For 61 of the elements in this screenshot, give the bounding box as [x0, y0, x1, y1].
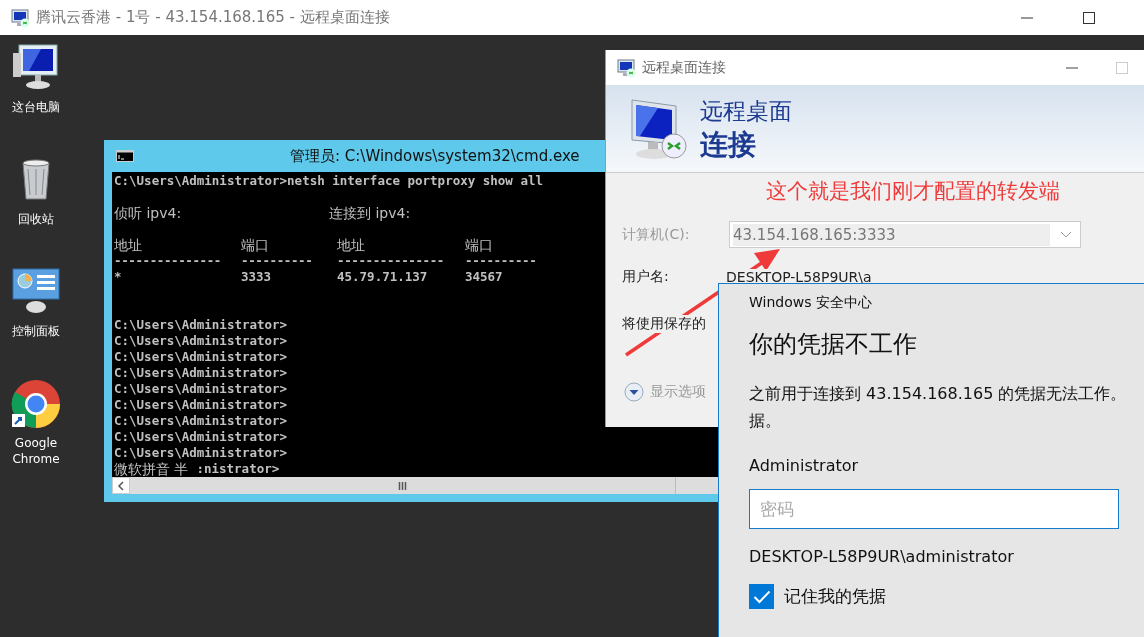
password-field[interactable]: 密码: [749, 489, 1119, 529]
chevron-left-icon: [117, 480, 125, 491]
console-text: 地址: [337, 237, 366, 253]
console-line: C:\Users\Administrator>: [114, 381, 288, 397]
maximize-icon[interactable]: [1082, 10, 1096, 25]
banner-title: 连接: [700, 126, 757, 163]
console-text: 端口: [465, 237, 494, 253]
console-line: C:\Users\Administrator>: [114, 429, 288, 445]
chevron-down-icon: [1060, 230, 1072, 239]
console-line: C:\Users\Administrator>: [114, 365, 288, 381]
window-title: 远程桌面连接: [642, 58, 726, 77]
console-text: 地址: [114, 237, 143, 253]
field-label: 计算机(C):: [622, 225, 691, 244]
desktop-icon-label[interactable]: Google Chrome: [6, 435, 66, 467]
banner-title: 远程桌面: [700, 96, 792, 126]
console-text: 3333: [241, 269, 273, 285]
desktop-icon-label[interactable]: 这台电脑: [6, 99, 66, 115]
console-line: C:\Users\Administrator>: [114, 317, 288, 333]
remote-desktop-icon: [10, 7, 30, 28]
dialog-header: Windows 安全中心: [749, 294, 873, 312]
checkbox-label: 记住我的凭据: [784, 585, 886, 608]
console-line: C:\Users\Administrator>: [114, 413, 288, 429]
console-text: 侦听 ipv4:: [114, 205, 183, 221]
checkmark-icon: [752, 589, 771, 604]
console-text: ----------: [465, 253, 538, 269]
scroll-left-button[interactable]: [112, 477, 130, 494]
saved-credentials-note: 将使用保存的: [622, 315, 706, 333]
console-line: C:\Users\Administrator>: [114, 349, 288, 365]
console-text: 45.79.71.137: [337, 269, 429, 285]
chrome-icon: [11, 379, 61, 429]
ime-status: 微软拼音 半: [114, 461, 189, 477]
window-title: 管理员: C:\Windows\system32\cmd.exe: [290, 146, 580, 166]
console-text: ---------------: [337, 253, 445, 269]
computer-dropdown[interactable]: 43.154.168.165:3333: [729, 221, 1081, 248]
console-line: C:\Users\Administrator>: [114, 445, 288, 461]
console-text: *: [114, 269, 123, 285]
desktop-icon-label[interactable]: 控制面板: [6, 323, 66, 339]
console-text: 端口: [241, 237, 270, 253]
dialog-title: 你的凭据不工作: [749, 329, 918, 360]
console-text: 连接到 ipv4:: [329, 205, 411, 221]
expand-icon: [624, 382, 644, 402]
grip-icon: [398, 481, 407, 490]
console-text: ----------: [241, 253, 314, 269]
window-title: 腾讯云香港 - 1号 - 43.154.168.165 - 远程桌面连接: [36, 8, 390, 27]
remember-checkbox[interactable]: [749, 584, 774, 609]
account-name: DESKTOP-L58P9UR\administrator: [749, 547, 1015, 566]
user-name: Administrator: [749, 456, 860, 475]
field-value: 43.154.168.165:3333: [733, 223, 1050, 246]
console-line: C:\Users\Administrator>: [114, 397, 288, 413]
dialog-message: 据。: [749, 411, 782, 432]
console-icon: [116, 150, 134, 162]
field-label: 用户名:: [622, 268, 670, 286]
dialog-message: 之前用于连接到 43.154.168.165 的凭据无法工作。: [749, 384, 1128, 405]
desktop-icon-label[interactable]: 回收站: [6, 211, 66, 227]
remote-desktop-icon: [616, 57, 636, 78]
console-text: 34567: [465, 269, 504, 285]
annotation-text: 这个就是我们刚才配置的转发端: [766, 178, 1060, 205]
console-text: ---------------: [114, 253, 222, 269]
console-line: C:\Users\Administrator>netsh interface portproxy show all: [114, 173, 543, 189]
console-line: C:\Users\Administrator>: [114, 333, 288, 349]
console-text: :nistrator>: [196, 461, 280, 477]
